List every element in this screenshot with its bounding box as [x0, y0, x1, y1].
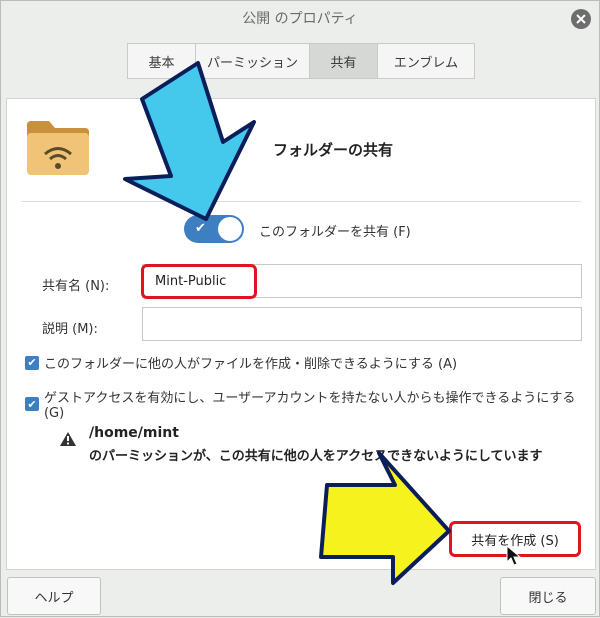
close-icon: [576, 14, 586, 24]
share-folder-label: このフォルダーを共有 (F): [259, 225, 411, 240]
window-title: 公開 のプロパティ: [242, 11, 358, 27]
checkbox-checked-icon: ✔: [25, 397, 39, 411]
comment-label: 説明 (M):: [42, 322, 98, 337]
close-window-button[interactable]: [571, 9, 591, 29]
separator: [21, 201, 581, 202]
warning-message: のパーミッションが、この共有に他の人をアクセスできないようにしています: [89, 449, 543, 464]
allow-write-label: このフォルダーに他の人がファイルを作成・削除できるようにする (A): [44, 357, 458, 372]
properties-window: 公開 のプロパティ 基本 パーミッション 共有 エンブレム フォルダーの共有 ✔…: [0, 0, 600, 617]
tab-bar: 基本 パーミッション 共有 エンブレム: [127, 43, 475, 79]
guest-access-label: ゲストアクセスを有効にし、ユーザーアカウントを持たない人からも操作できるようにす…: [43, 391, 576, 421]
toggle-knob: [218, 217, 242, 241]
close-button[interactable]: 閉じる: [500, 577, 596, 615]
warning-icon: [60, 432, 76, 446]
share-heading: フォルダーの共有: [273, 141, 394, 159]
allow-write-checkbox[interactable]: ✔ このフォルダーに他の人がファイルを作成・削除できるようにする (A): [25, 353, 457, 372]
tab-share[interactable]: 共有: [309, 43, 377, 79]
title-bar: 公開 のプロパティ: [1, 1, 599, 35]
share-name-label: 共有名 (N):: [42, 279, 110, 294]
guest-access-checkbox[interactable]: ✔ ゲストアクセスを有効にし、ユーザーアカウントを持たない人からも操作できるよう…: [25, 387, 599, 421]
comment-input[interactable]: [142, 307, 582, 341]
shared-folder-icon: [27, 121, 89, 175]
tab-emblems[interactable]: エンブレム: [377, 43, 475, 79]
checkbox-checked-icon: ✔: [25, 355, 39, 370]
check-icon: ✔: [195, 221, 206, 236]
tab-basic[interactable]: 基本: [127, 43, 195, 79]
tab-permissions[interactable]: パーミッション: [195, 43, 309, 79]
mouse-cursor-icon: [506, 545, 522, 566]
warning-path: /home/mint: [89, 425, 179, 441]
help-button[interactable]: ヘルプ: [7, 577, 101, 615]
share-folder-toggle[interactable]: ✔: [184, 215, 244, 243]
share-name-highlight: [141, 264, 257, 299]
